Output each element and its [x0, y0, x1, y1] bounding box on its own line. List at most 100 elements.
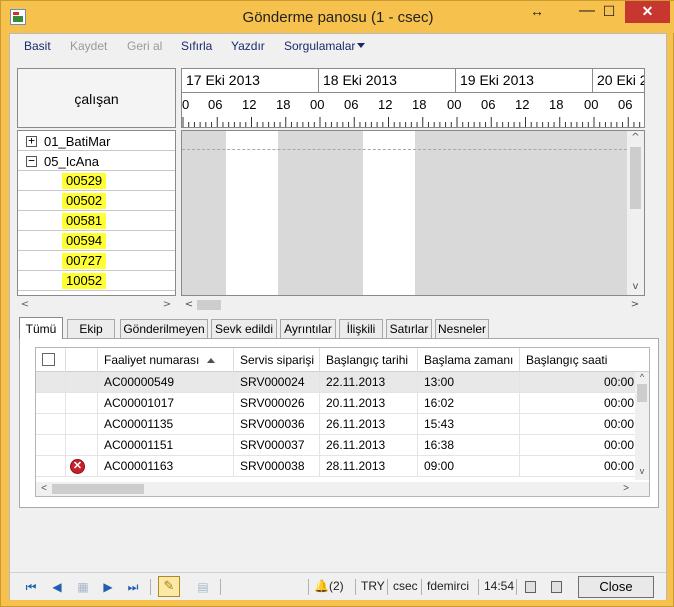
scroll-thumb[interactable] — [637, 384, 647, 402]
menu-geri-al[interactable]: Geri al — [127, 39, 162, 53]
start-time-cell[interactable]: 13:00 — [418, 372, 520, 393]
resize-icon[interactable]: ↔ — [527, 1, 547, 23]
table-row[interactable]: AC00000549 SRV000024 22.11.2013 13:00 00… — [36, 372, 636, 393]
employee-row[interactable]: 00529 — [18, 171, 175, 191]
column-header-service-order[interactable]: Servis siparişi — [234, 348, 320, 372]
scroll-up-icon[interactable]: ^ — [630, 132, 641, 143]
tab-tumu[interactable]: Tümü — [19, 317, 63, 339]
tab-nesneler[interactable]: Nesneler — [435, 319, 489, 339]
employee-row[interactable]: 00581 — [18, 211, 175, 231]
activity-number-cell[interactable]: AC00001135 — [98, 414, 234, 435]
scroll-left-icon[interactable]: < — [19, 298, 31, 312]
employee-horizontal-scrollbar[interactable]: < > — [17, 298, 176, 312]
scroll-thumb[interactable] — [630, 147, 641, 209]
tab-sevk-edildi[interactable]: Sevk edildi — [211, 319, 277, 339]
database-icon[interactable] — [525, 581, 536, 593]
start-time-cell[interactable]: 09:00 — [418, 456, 520, 477]
activity-number-cell[interactable]: AC00000549 — [98, 372, 234, 393]
scroll-thumb[interactable] — [197, 300, 221, 310]
employee-row[interactable]: 00502 — [18, 191, 175, 211]
service-order-cell[interactable]: SRV000026 — [234, 393, 320, 414]
service-order-cell[interactable]: SRV000038 — [234, 456, 320, 477]
last-record-icon[interactable]: ⏭ — [126, 580, 140, 594]
table-row[interactable]: AC00001017 SRV000026 20.11.2013 16:02 00… — [36, 393, 636, 414]
group-row[interactable]: − 05_IcAna — [18, 151, 175, 171]
scroll-right-icon[interactable]: > — [629, 298, 641, 312]
start-date-cell[interactable]: 22.11.2013 — [320, 372, 418, 393]
start-hour-cell[interactable]: 00:00 — [520, 372, 636, 393]
grid-horizontal-scrollbar[interactable]: < > — [36, 482, 649, 496]
tab-gonderilmeyen[interactable]: Gönderilmeyen — [120, 319, 208, 339]
next-record-icon[interactable]: ▶ — [101, 580, 115, 594]
currency-indicator[interactable]: TRY — [361, 579, 385, 593]
row-checkbox-cell[interactable] — [36, 456, 66, 477]
start-hour-cell[interactable]: 00:00 — [520, 393, 636, 414]
scroll-up-icon[interactable]: ^ — [637, 372, 647, 382]
activity-number-cell[interactable]: AC00001151 — [98, 435, 234, 456]
menu-sorgulamalar[interactable]: Sorgulamalar — [284, 39, 366, 53]
first-record-icon[interactable]: ⏮ — [24, 580, 38, 594]
start-hour-cell[interactable]: 00:00 — [520, 414, 636, 435]
menu-yazdir[interactable]: Yazdır — [231, 39, 265, 53]
minimize-button[interactable]: — — [577, 1, 597, 23]
service-order-cell[interactable]: SRV000036 — [234, 414, 320, 435]
close-window-button[interactable]: ✕ — [625, 1, 670, 23]
column-header-start-time[interactable]: Başlama zamanı — [418, 348, 520, 372]
title-bar[interactable]: Gönderme panosu (1 - csec) ↔ — ☐ ✕ — [1, 1, 674, 33]
start-time-cell[interactable]: 16:38 — [418, 435, 520, 456]
column-header-start-date[interactable]: Başlangıç tarihi — [320, 348, 418, 372]
scroll-down-icon[interactable]: v — [637, 466, 647, 476]
activity-number-cell[interactable]: AC00001017 — [98, 393, 234, 414]
activity-number-cell[interactable]: AC00001163 — [98, 456, 234, 477]
start-date-cell[interactable]: 26.11.2013 — [320, 414, 418, 435]
start-time-cell[interactable]: 16:02 — [418, 393, 520, 414]
start-hour-cell[interactable]: 00:00 — [520, 435, 636, 456]
scroll-down-icon[interactable]: v — [630, 281, 641, 292]
start-date-cell[interactable]: 26.11.2013 — [320, 435, 418, 456]
service-order-cell[interactable]: SRV000037 — [234, 435, 320, 456]
row-checkbox-cell[interactable] — [36, 435, 66, 456]
previous-record-icon[interactable]: ◀ — [50, 580, 64, 594]
grid-view-icon[interactable]: ▦ — [76, 580, 90, 594]
menu-kaydet[interactable]: Kaydet — [70, 39, 107, 53]
expand-icon[interactable]: + — [26, 135, 37, 147]
attachment-icon[interactable]: ▤ — [196, 580, 210, 594]
group-row[interactable]: + 01_BatiMar — [18, 131, 175, 151]
company-indicator[interactable]: csec — [393, 579, 418, 593]
edit-pencil-icon[interactable]: ✎ — [158, 576, 180, 597]
maximize-button[interactable]: ☐ — [599, 1, 619, 23]
start-date-cell[interactable]: 20.11.2013 — [320, 393, 418, 414]
collapse-icon[interactable]: − — [26, 155, 37, 167]
employee-row[interactable]: 00727 — [18, 251, 175, 271]
tab-ayrintilar[interactable]: Ayrıntılar — [280, 319, 336, 339]
scroll-left-icon[interactable]: < — [183, 298, 195, 312]
employee-row[interactable]: 10052 — [18, 271, 175, 291]
tab-satirlar[interactable]: Satırlar — [386, 319, 432, 339]
row-checkbox-cell[interactable] — [36, 414, 66, 435]
table-row[interactable]: AC00001151 SRV000037 26.11.2013 16:38 00… — [36, 435, 636, 456]
column-header-activity[interactable]: Faaliyet numarası — [98, 348, 234, 372]
chart-vertical-scrollbar[interactable]: ^ v — [627, 131, 644, 295]
scroll-thumb[interactable] — [52, 484, 144, 494]
chart-horizontal-scrollbar[interactable]: < > — [181, 298, 645, 312]
menu-basit[interactable]: Basit — [24, 39, 51, 53]
start-date-cell[interactable]: 28.11.2013 — [320, 456, 418, 477]
employee-row[interactable]: 00594 — [18, 231, 175, 251]
service-order-cell[interactable]: SRV000024 — [234, 372, 320, 393]
tab-ekip[interactable]: Ekip — [67, 319, 115, 339]
select-all-checkbox[interactable] — [42, 353, 55, 366]
start-hour-cell[interactable]: 00:00 — [520, 456, 636, 477]
close-button[interactable]: Close — [578, 576, 654, 598]
menu-sifirla[interactable]: Sıfırla — [181, 39, 212, 53]
scroll-left-icon[interactable]: < — [38, 482, 50, 496]
tab-iliskili[interactable]: İlişkili — [339, 319, 383, 339]
table-row[interactable]: ✕ AC00001163 SRV000038 28.11.2013 09:00 … — [36, 456, 636, 477]
schedule-chart[interactable]: ^ v — [181, 130, 645, 296]
notifications[interactable]: 🔔(2) — [314, 579, 344, 593]
user-indicator[interactable]: fdemirci — [427, 579, 469, 593]
cylinder-icon[interactable] — [551, 581, 562, 593]
scroll-right-icon[interactable]: > — [161, 298, 173, 312]
row-checkbox-cell[interactable] — [36, 393, 66, 414]
row-checkbox-cell[interactable] — [36, 372, 66, 393]
start-time-cell[interactable]: 15:43 — [418, 414, 520, 435]
